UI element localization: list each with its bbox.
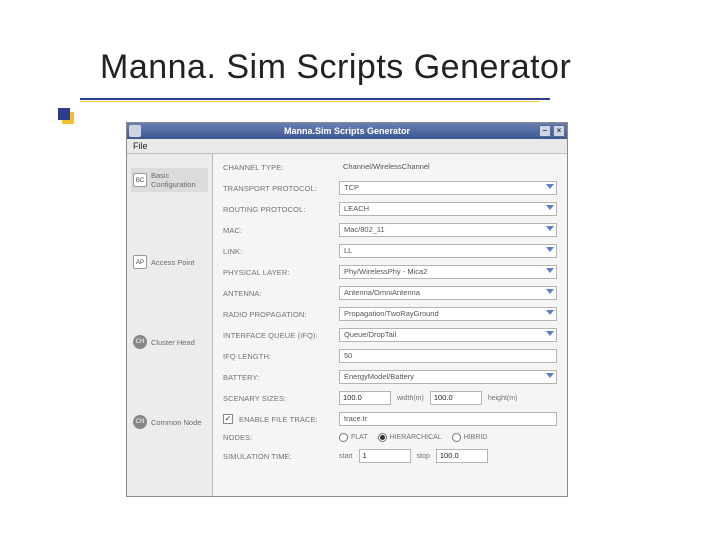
sidebar-item-label: Cluster Head <box>151 338 195 347</box>
radio-icon <box>378 433 387 442</box>
radio-icon <box>452 433 461 442</box>
slide-bullet-icon <box>58 108 70 120</box>
label-battery: BATTERY: <box>223 373 335 382</box>
chevron-down-icon <box>546 310 554 315</box>
row-antenna: ANTENNA: Antenna/OmniAntenna <box>223 286 557 300</box>
sidebar-item-access-point[interactable]: AP Access Point <box>131 252 208 272</box>
label-width-unit: width(m) <box>397 395 424 402</box>
app-icon <box>129 125 141 137</box>
sidebar-item-label: Basic Configuration <box>151 171 206 189</box>
label-channel-type: CHANNEL TYPE: <box>223 163 335 172</box>
common-node-icon: CN <box>133 415 147 429</box>
sidebar: BC Basic Configuration AP Access Point C… <box>127 154 213 496</box>
row-ifq-length: IFQ LENGTH: 50 <box>223 349 557 363</box>
row-battery: BATTERY: EnergyModel/Battery <box>223 370 557 384</box>
row-nodes: NODES: FLAT HIERARCHICAL HIBRID <box>223 433 557 442</box>
select-propagation[interactable]: Propagation/TwoRayGround <box>339 307 557 321</box>
select-transport[interactable]: TCP <box>339 181 557 195</box>
label-propagation: RADIO PROPAGATION: <box>223 310 335 319</box>
minimize-button[interactable]: – <box>539 125 551 137</box>
row-transport: TRANSPORT PROTOCOL: TCP <box>223 181 557 195</box>
main-panel: CHANNEL TYPE: Channel/WirelessChannel TR… <box>213 154 567 496</box>
row-routing: ROUTING PROTOCOL: LEACH <box>223 202 557 216</box>
label-mac: MAC: <box>223 226 335 235</box>
cluster-head-icon: CH <box>133 335 147 349</box>
sidebar-item-basic-config[interactable]: BC Basic Configuration <box>131 168 208 192</box>
chevron-down-icon <box>546 373 554 378</box>
menu-file[interactable]: File <box>133 141 148 151</box>
chevron-down-icon <box>546 184 554 189</box>
select-routing[interactable]: LEACH <box>339 202 557 216</box>
sidebar-item-label: Common Node <box>151 418 201 427</box>
value-channel-type: Channel/WirelessChannel <box>339 160 557 174</box>
row-scenario-sizes: SCENARY SIZES: 100.0 width(m) 100.0 heig… <box>223 391 557 405</box>
row-phy: PHYSICAL LAYER: Phy/WirelessPhy - Mica2 <box>223 265 557 279</box>
chevron-down-icon <box>546 289 554 294</box>
row-channel-type: CHANNEL TYPE: Channel/WirelessChannel <box>223 160 557 174</box>
label-scenario-sizes: SCENARY SIZES: <box>223 394 335 403</box>
label-ifq-type: INTERFACE QUEUE (IFQ): <box>223 331 335 340</box>
label-output-file: ✓ ENABLE FILE TRACE: <box>223 414 335 424</box>
label-transport: TRANSPORT PROTOCOL: <box>223 184 335 193</box>
access-point-icon: AP <box>133 255 147 269</box>
app-body: BC Basic Configuration AP Access Point C… <box>127 154 567 496</box>
label-link: LINK: <box>223 247 335 256</box>
chevron-down-icon <box>546 247 554 252</box>
radio-nodes-hierarchical[interactable]: HIERARCHICAL <box>378 433 442 442</box>
select-antenna[interactable]: Antenna/OmniAntenna <box>339 286 557 300</box>
slide-underline <box>80 98 550 100</box>
slide-title: Manna. Sim Scripts Generator <box>100 48 571 87</box>
titlebar: Manna.Sim Scripts Generator – × <box>127 123 567 139</box>
label-phy: PHYSICAL LAYER: <box>223 268 335 277</box>
row-link: LINK: LL <box>223 244 557 258</box>
chevron-down-icon <box>546 331 554 336</box>
label-sim-start: start <box>339 453 353 460</box>
input-scenario-height[interactable]: 100.0 <box>430 391 482 405</box>
select-ifq-type[interactable]: Queue/DropTail <box>339 328 557 342</box>
menubar: File <box>127 139 567 154</box>
basic-config-icon: BC <box>133 173 147 187</box>
label-routing: ROUTING PROTOCOL: <box>223 205 335 214</box>
label-sim-time: SIMULATION TIME: <box>223 452 335 461</box>
window-title: Manna.Sim Scripts Generator <box>284 126 410 136</box>
app-window: Manna.Sim Scripts Generator – × File BC … <box>126 122 568 497</box>
radio-nodes-hibrid[interactable]: HIBRID <box>452 433 488 442</box>
label-antenna: ANTENNA: <box>223 289 335 298</box>
select-battery[interactable]: EnergyModel/Battery <box>339 370 557 384</box>
select-mac[interactable]: Mac/802_11 <box>339 223 557 237</box>
checkbox-enable-trace[interactable]: ✓ <box>223 414 233 424</box>
input-sim-start[interactable]: 1 <box>359 449 411 463</box>
radio-nodes-flat[interactable]: FLAT <box>339 433 368 442</box>
label-height-unit: height(m) <box>488 395 518 402</box>
radio-icon <box>339 433 348 442</box>
sidebar-item-cluster-head[interactable]: CH Cluster Head <box>131 332 208 352</box>
row-sim-time: SIMULATION TIME: start 1 stop 100.0 <box>223 449 557 463</box>
row-propagation: RADIO PROPAGATION: Propagation/TwoRayGro… <box>223 307 557 321</box>
row-ifq-type: INTERFACE QUEUE (IFQ): Queue/DropTail <box>223 328 557 342</box>
chevron-down-icon <box>546 268 554 273</box>
sidebar-item-common-node[interactable]: CN Common Node <box>131 412 208 432</box>
label-nodes: NODES: <box>223 433 335 442</box>
label-sim-stop: stop <box>417 453 430 460</box>
row-output-file: ✓ ENABLE FILE TRACE: trace.tr <box>223 412 557 426</box>
chevron-down-icon <box>546 205 554 210</box>
input-ifq-length[interactable]: 50 <box>339 349 557 363</box>
input-sim-stop[interactable]: 100.0 <box>436 449 488 463</box>
sidebar-item-label: Access Point <box>151 258 194 267</box>
window-controls: – × <box>539 125 565 137</box>
select-link[interactable]: LL <box>339 244 557 258</box>
select-phy[interactable]: Phy/WirelessPhy - Mica2 <box>339 265 557 279</box>
label-ifq-length: IFQ LENGTH: <box>223 352 335 361</box>
chevron-down-icon <box>546 226 554 231</box>
input-scenario-width[interactable]: 100.0 <box>339 391 391 405</box>
input-trace-file[interactable]: trace.tr <box>339 412 557 426</box>
row-mac: MAC: Mac/802_11 <box>223 223 557 237</box>
close-button[interactable]: × <box>553 125 565 137</box>
